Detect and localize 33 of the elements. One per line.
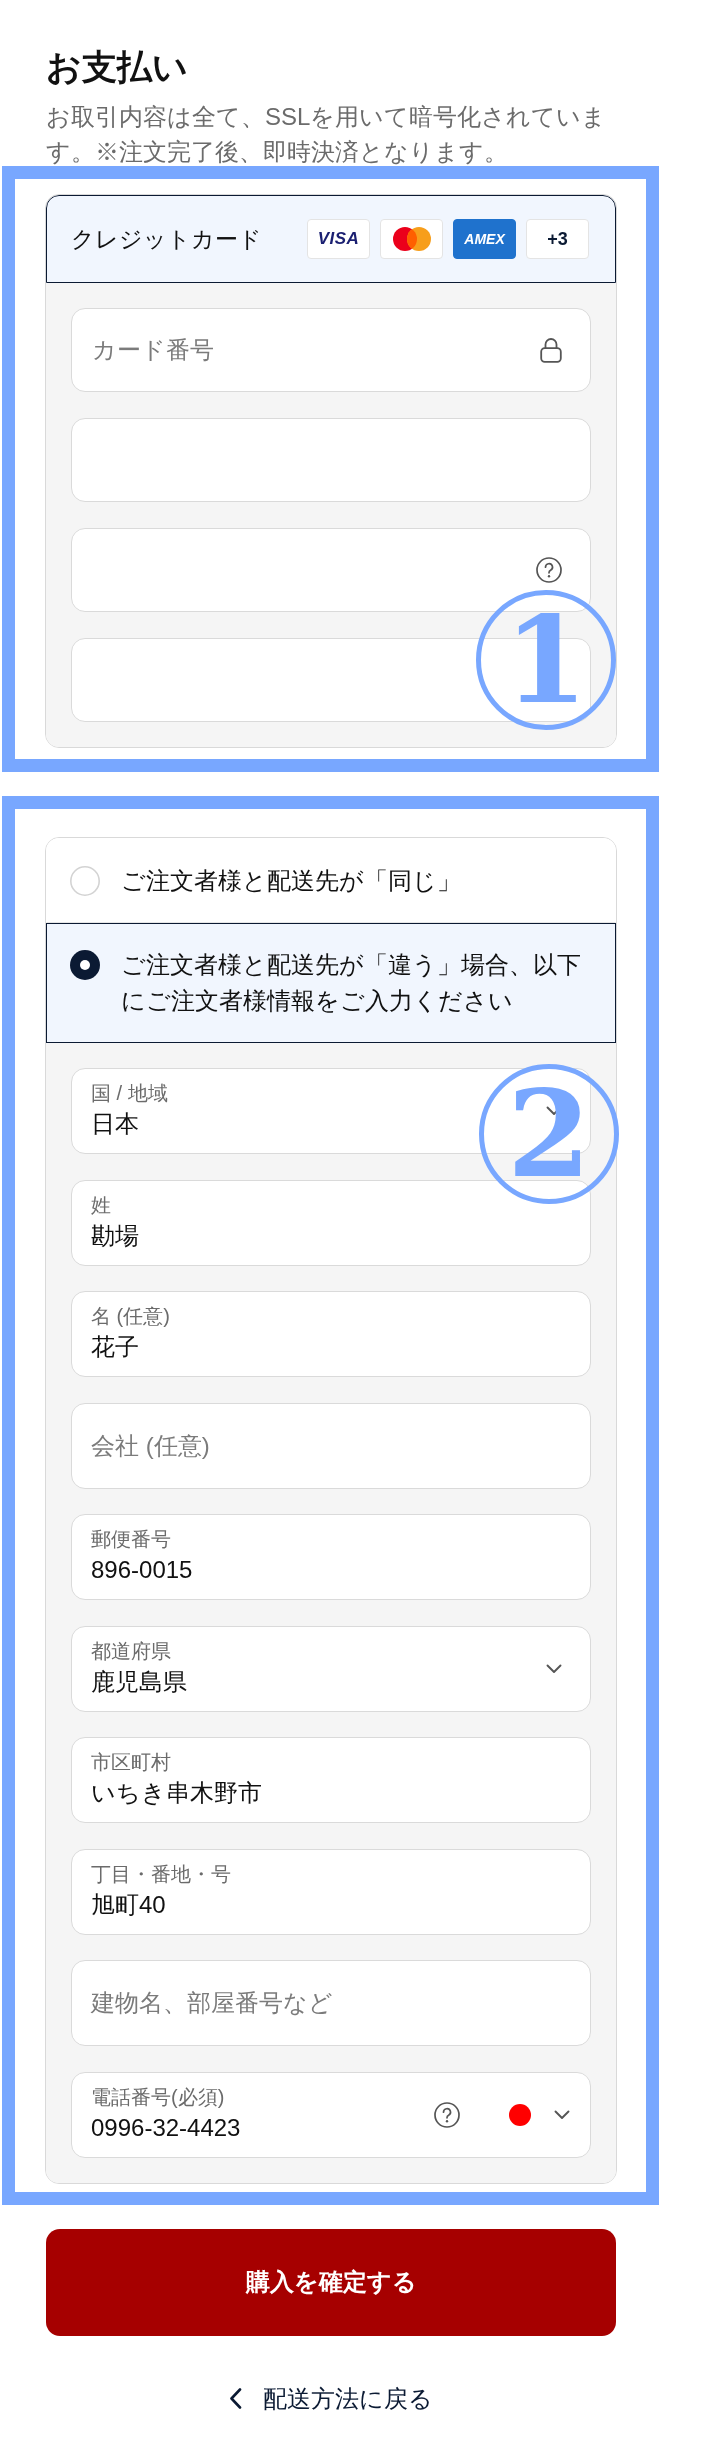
- phone-field[interactable]: 電話番号(必須) 0996-32-4423: [71, 2071, 591, 2158]
- step-marker: 2: [479, 1064, 619, 1204]
- card-brand-icon: [380, 219, 443, 259]
- help-icon[interactable]: [536, 557, 562, 583]
- description-text: お取引内容は全て、SSLを用いて暗号化されています。※注文完了後、即時決済となります。: [46, 102, 608, 167]
- text-field[interactable]: 市区町村 いちき串木野市: [71, 1737, 591, 1823]
- dot-icon: [509, 2103, 531, 2126]
- purchase-button[interactable]: 購入を確定する: [46, 2228, 616, 2336]
- page-title: お支払い: [46, 46, 188, 88]
- payment-method-label: クレジットカード: [71, 225, 262, 254]
- card-brand-logo: AMEX: [453, 219, 516, 259]
- radio-option[interactable]: ご注文者様と配送先が「同じ」: [46, 838, 616, 923]
- lock-icon: [540, 337, 562, 363]
- chevron-down-icon[interactable]: [554, 2109, 570, 2120]
- step-marker: 1: [476, 590, 616, 730]
- back-link[interactable]: 配送方法に戻る: [229, 2380, 433, 2417]
- text-field[interactable]: 会社 (任意): [71, 1402, 591, 1489]
- input-field[interactable]: カード番号: [71, 308, 591, 392]
- chevron-down-icon[interactable]: [546, 1663, 562, 1674]
- text-field[interactable]: 建物名、部屋番号など: [71, 1960, 591, 2046]
- more-brands-badge: +3: [526, 219, 589, 259]
- card-brand-logo: VISA: [307, 219, 370, 259]
- text-field[interactable]: 姓 勘場: [71, 1179, 591, 1266]
- select-field[interactable]: 都道府県 鹿児島県: [71, 1625, 591, 1712]
- chevron-left-icon: [229, 2388, 242, 2409]
- text-field[interactable]: 名 (任意) 花子: [71, 1291, 591, 1377]
- payment-method-header[interactable]: クレジットカード VISA AMEX +3: [46, 195, 616, 283]
- text-field[interactable]: 丁目・番地・号 旭町40: [71, 1848, 591, 1935]
- help-icon[interactable]: [434, 2101, 460, 2128]
- input-field[interactable]: [71, 528, 591, 612]
- radio-option[interactable]: ご注文者様と配送先が「違う」場合、以下にご注文者様情報をご入力ください: [46, 923, 616, 1043]
- input-field[interactable]: [71, 418, 591, 502]
- text-field[interactable]: 郵便番号 896-0015: [71, 1514, 591, 1600]
